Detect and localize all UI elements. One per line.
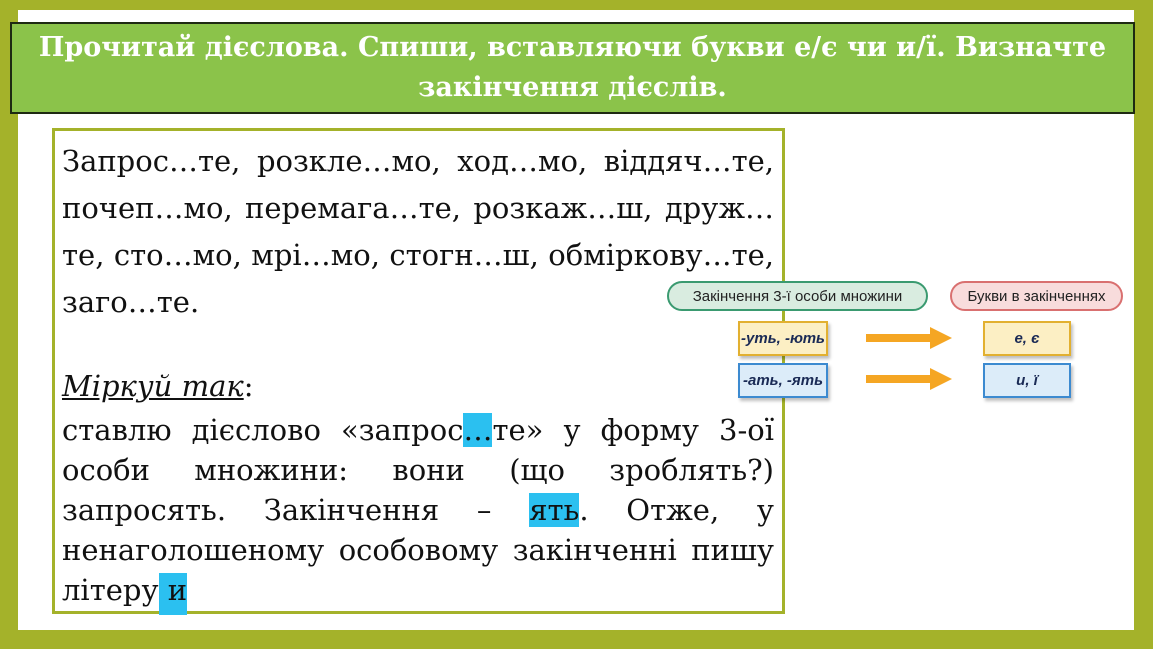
letters-header: Букви в закінченнях [950,281,1123,311]
ending-tag-2: -ать, -ять [738,363,828,398]
endings-header: Закінчення 3-ї особи множини [667,281,928,311]
reason-part-1: ставлю дієслово «запрос [62,413,464,447]
letter-tag-1: е, є [983,321,1071,356]
endings-header-text: Закінчення 3-ї особи множини [692,287,903,305]
hint-heading: Міркуй так: [62,366,253,406]
arrow-right-icon [866,368,952,390]
letter-highlight: и [158,573,188,615]
hint-heading-colon: : [243,369,254,403]
ending-tag-1-text: -уть, -ють [741,330,825,347]
ending-tag-1: -уть, -ють [738,321,828,356]
letter-tag-1-text: е, є [1014,330,1040,347]
ending-tag-2-text: -ать, -ять [743,372,823,389]
task-title: Прочитай дієслова. Спиши, вставляючи бук… [10,22,1135,114]
verb-gap-highlight: … [463,413,493,447]
letter-tag-2-text: и, ї [1016,372,1038,389]
arrow-right-icon [866,327,952,349]
ending-highlight: ять [529,493,580,527]
hint-heading-text: Міркуй так [62,369,244,403]
letter-tag-2: и, ї [983,363,1071,398]
hint-reasoning: ставлю дієслово «запрос…те» у форму 3-ої… [62,410,774,615]
task-title-text: Прочитай дієслова. Спиши, вставляючи бук… [38,32,1107,103]
letters-header-text: Букви в закінченнях [967,287,1106,305]
